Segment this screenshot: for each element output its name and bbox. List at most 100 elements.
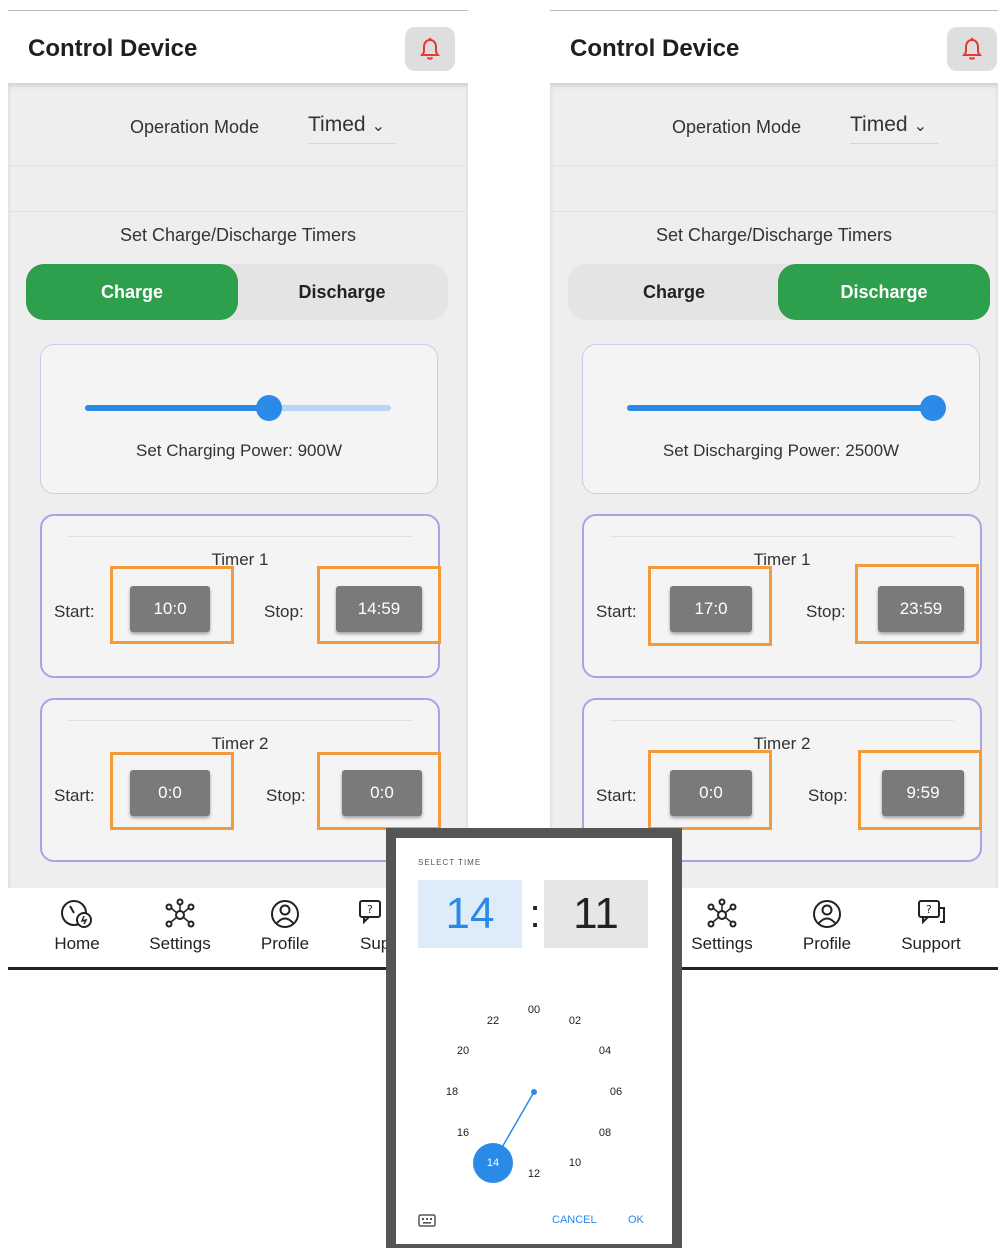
timers-title: Set Charge/Discharge Timers [655,225,893,245]
dial-hour-00[interactable]: 00 [528,1004,540,1016]
power-label: Set Discharging Power: 2500W [662,441,900,460]
nav-label: Support [901,934,961,953]
highlight-box [648,566,772,646]
bell-icon [420,37,440,60]
bell-icon [962,37,982,60]
home-gauge-icon [61,900,92,928]
divider [68,720,412,721]
operation-mode-value: Timed [850,113,908,136]
divider [8,165,468,166]
time-picker-dialog: SELECT TIME 14 : 11 00 02 04 06 08 10 12 14 16 18… [386,828,682,1248]
clock-dial[interactable]: 00 02 04 06 08 10 12 14 16 18 20 22 [424,982,644,1202]
svg-text:?: ? [926,903,932,916]
dial-hour-10[interactable]: 10 [569,1157,581,1169]
dial-hour-22[interactable]: 22 [487,1015,499,1027]
slider-fill [85,405,269,411]
operation-mode-label: Operation Mode [672,117,802,137]
operation-mode-row: Operation Mode Timed ⌄ [550,83,998,165]
profile-icon [271,900,299,928]
nav-profile[interactable]: Profile [782,898,872,954]
control-screen-discharge: Control Device Operation Mode Timed ⌄ Set… [550,0,998,970]
slider-thumb[interactable] [255,395,282,421]
nav-profile[interactable]: Profile [240,898,330,954]
slider-fill [627,405,933,411]
power-slider[interactable] [85,395,391,421]
hour-field[interactable]: 14 [418,880,522,948]
divider [610,536,954,537]
timer-title: Timer 2 [211,734,269,753]
page-title: Control Device [28,35,198,62]
start-label: Start: [54,786,95,805]
dial-hour-20[interactable]: 20 [457,1045,469,1057]
time-picker-panel: SELECT TIME 14 : 11 00 02 04 06 08 10 12 14 16 18… [396,838,672,1244]
divider [8,211,468,212]
power-label: Set Charging Power: 900W [136,441,342,460]
app-header: Control Device [550,11,998,83]
tab-discharge[interactable]: Discharge [778,264,990,320]
highlight-box [317,566,441,644]
dial-hour-02[interactable]: 02 [569,1015,581,1027]
start-label: Start: [54,602,95,621]
dial-hour-18[interactable]: 18 [446,1086,458,1098]
highlight-box [858,750,982,830]
stop-label: Stop: [808,786,848,805]
profile-icon [813,900,841,928]
dial-hour-12[interactable]: 12 [528,1168,540,1180]
nav-support[interactable]: ? Support [886,898,976,954]
chevron-down-icon: ⌄ [913,118,927,135]
svg-text:?: ? [367,903,373,916]
highlight-box [855,564,979,644]
nav-label: Settings [149,934,211,953]
dial-hour-08[interactable]: 08 [599,1127,611,1139]
timers-title: Set Charge/Discharge Timers [119,225,357,245]
operation-mode-select[interactable]: Timed ⌄ [850,113,938,144]
stop-label: Stop: [266,786,306,805]
dial-hour-14[interactable]: 14 [487,1157,499,1169]
slider-thumb[interactable] [920,395,946,421]
divider [68,536,412,537]
ok-button[interactable]: OK [628,1214,644,1226]
stop-label: Stop: [264,602,304,621]
charge-discharge-toggle: Charge Discharge [568,264,990,320]
notifications-button[interactable] [947,27,997,71]
divider [610,720,954,721]
tab-discharge[interactable]: Discharge [236,264,448,320]
settings-network-icon [707,898,737,928]
divider [550,211,998,212]
control-screen-charge: Control Device Operation Mode Timed ⌄ Set… [8,0,468,970]
start-label: Start: [596,786,637,805]
operation-mode-value: Timed [308,113,366,136]
chevron-down-icon: ⌄ [371,118,385,135]
nav-home[interactable]: Home [32,898,122,954]
operation-mode-label: Operation Mode [130,117,260,137]
start-label: Start: [596,602,637,621]
settings-network-icon [165,898,195,928]
cancel-button[interactable]: CANCEL [552,1214,597,1226]
power-card: Set Discharging Power: 2500W [582,344,980,494]
power-slider[interactable] [627,395,946,421]
nav-label: Home [54,934,100,953]
highlight-box [648,750,772,830]
nav-label: Profile [260,934,310,953]
nav-label: Settings [691,934,753,953]
tab-charge[interactable]: Charge [568,264,780,320]
power-card: Set Charging Power: 900W [40,344,438,494]
dial-hour-16[interactable]: 16 [457,1127,469,1139]
nav-settings[interactable]: Settings [135,898,225,954]
minute-field[interactable]: 11 [544,880,648,948]
keyboard-icon[interactable] [418,1214,436,1228]
nav-settings[interactable]: Settings [677,898,767,954]
tab-charge[interactable]: Charge [26,264,238,320]
operation-mode-select[interactable]: Timed ⌄ [308,113,396,144]
operation-mode-row: Operation Mode Timed ⌄ [8,83,468,165]
time-separator: : [529,891,541,936]
highlight-box [110,752,234,830]
stop-label: Stop: [806,602,846,621]
notifications-button[interactable] [405,27,455,71]
highlight-box [110,566,234,644]
dial-hour-04[interactable]: 04 [599,1045,611,1057]
page-title: Control Device [570,35,740,62]
support-icon: ? [918,900,945,925]
dial-hour-06[interactable]: 06 [610,1086,622,1098]
nav-label: Profile [802,934,852,953]
